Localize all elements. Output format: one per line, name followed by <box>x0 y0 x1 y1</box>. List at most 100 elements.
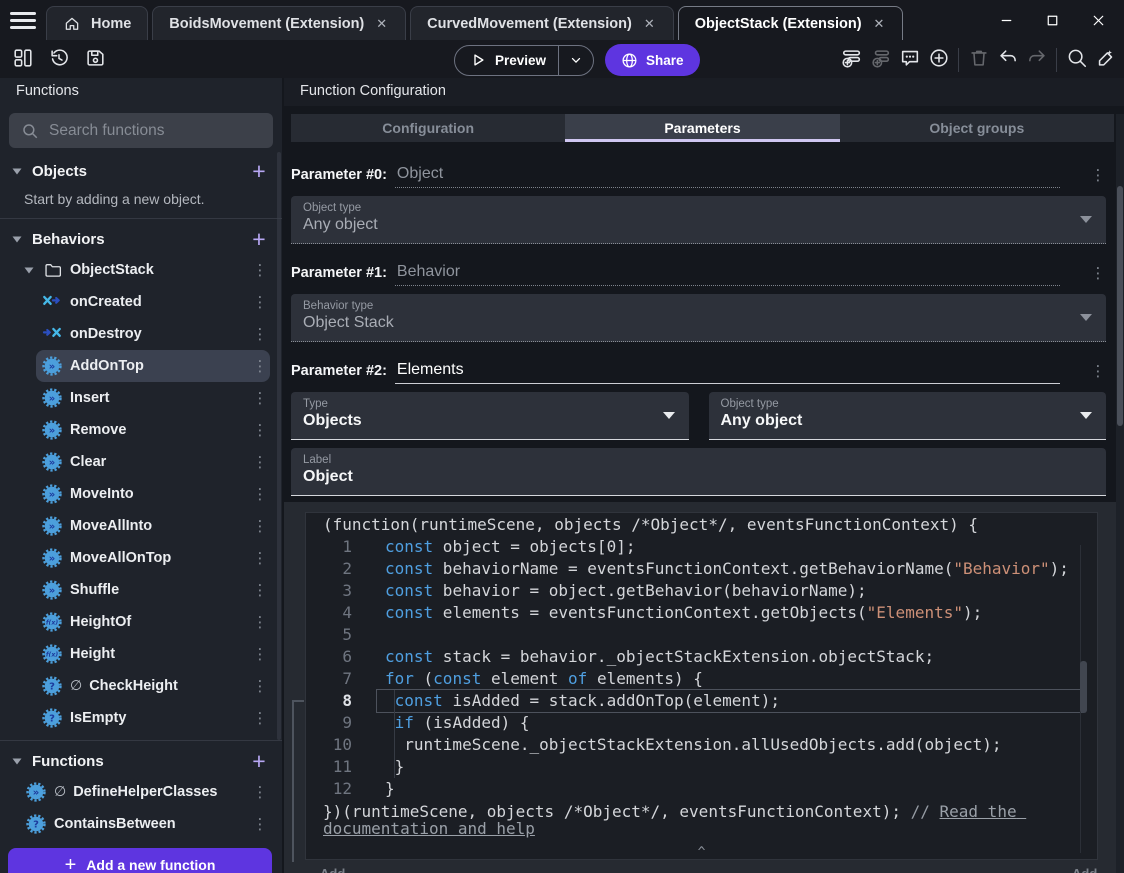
select-field-behavior-type[interactable]: Behavior type Object Stack <box>291 294 1106 342</box>
tree-item-Clear[interactable]: » Clear ⋮ <box>0 446 282 478</box>
maximize-button[interactable] <box>1036 6 1068 34</box>
tab-parameters[interactable]: Parameters <box>565 114 840 142</box>
text-field-label[interactable]: Label Object <box>291 448 1106 496</box>
section-header-behaviors[interactable]: Behaviors + <box>0 224 282 254</box>
tree-item-MoveInto[interactable]: » MoveInto ⋮ <box>0 478 282 510</box>
add-function-button[interactable]: + Add a new function <box>8 848 272 873</box>
sidebar-scrollbar[interactable] <box>277 152 281 740</box>
action-icon: » <box>42 420 62 440</box>
tree-item-CheckHeight[interactable]: ? ∅ CheckHeight ⋮ <box>0 670 282 702</box>
close-button[interactable] <box>1082 6 1114 34</box>
select-field-object-type[interactable]: Object type Any object <box>708 392 1106 440</box>
add-action-partial[interactable]: Add <box>1072 866 1097 873</box>
tab-configuration[interactable]: Configuration <box>291 114 565 142</box>
action-icon: » <box>42 516 62 536</box>
editor-tab[interactable]: CurvedMovement (Extension) ✕ <box>410 6 674 40</box>
item-menu-icon[interactable]: ⋮ <box>252 581 268 599</box>
tree-item-HeightOf[interactable]: f(x) HeightOf ⋮ <box>0 606 282 638</box>
item-menu-icon[interactable]: ⋮ <box>252 677 268 695</box>
item-menu-icon[interactable]: ⋮ <box>252 453 268 471</box>
add-condition-partial[interactable]: Add <box>320 866 345 873</box>
parameter-name-field[interactable]: Elements <box>394 361 1060 384</box>
toolbar-center: Preview Share <box>454 44 700 76</box>
editor-scrollbar-thumb[interactable] <box>1080 661 1087 713</box>
item-menu-icon[interactable]: ⋮ <box>252 293 268 311</box>
item-menu-icon[interactable]: ⋮ <box>252 357 268 375</box>
tree-item-onCreated[interactable]: onCreated ⋮ <box>0 286 282 318</box>
tree-item-onDestroy[interactable]: onDestroy ⋮ <box>0 318 282 350</box>
parameter-menu-icon[interactable]: ⋮ <box>1090 362 1106 384</box>
tree-item-Insert[interactable]: » Insert ⋮ <box>0 382 282 414</box>
code-line-2: 2 const behaviorName = eventsFunctionCont… <box>306 558 1097 580</box>
select-field-type[interactable]: Type Objects <box>291 392 689 440</box>
section-label: Objects <box>32 162 88 180</box>
condition-icon: ? <box>26 814 46 834</box>
item-menu-icon[interactable]: ⋮ <box>252 325 268 343</box>
parameter-name-field[interactable]: Behavior <box>394 263 1060 286</box>
private-icon: ∅ <box>54 784 67 800</box>
item-menu-icon[interactable]: ⋮ <box>252 815 268 833</box>
item-menu-icon[interactable]: ⋮ <box>252 645 268 663</box>
project-manager-icon[interactable] <box>8 43 38 73</box>
item-menu-icon[interactable]: ⋮ <box>252 261 268 279</box>
tree-item-Shuffle[interactable]: » Shuffle ⋮ <box>0 574 282 606</box>
save-icon[interactable] <box>80 43 110 73</box>
search-functions-box[interactable] <box>9 113 273 148</box>
history-icon[interactable] <box>44 43 74 73</box>
code-line-7: 7 for (const element of elements) { <box>306 668 1097 690</box>
edit-properties-icon[interactable] <box>1091 43 1120 73</box>
section-header-functions[interactable]: Functions + <box>0 746 282 776</box>
search-functions-input[interactable] <box>49 121 261 140</box>
item-menu-icon[interactable]: ⋮ <box>252 389 268 407</box>
section-header-objects[interactable]: Objects + <box>0 156 282 186</box>
tab-object-groups[interactable]: Object groups <box>840 114 1114 142</box>
item-menu-icon[interactable]: ⋮ <box>252 709 268 727</box>
preview-button[interactable]: Preview <box>454 44 595 76</box>
undo-icon[interactable] <box>993 43 1022 73</box>
parameter-menu-icon[interactable]: ⋮ <box>1090 166 1106 188</box>
main-menu-icon[interactable] <box>10 8 36 32</box>
tab-close-icon[interactable]: ✕ <box>872 14 887 34</box>
tree-item-IsEmpty[interactable]: ? IsEmpty ⋮ <box>0 702 282 734</box>
resize-handle-icon[interactable]: ^ <box>698 846 706 859</box>
tree-item-MoveAllInto[interactable]: » MoveAllInto ⋮ <box>0 510 282 542</box>
main-scrollbar-thumb[interactable] <box>1117 186 1123 426</box>
item-menu-icon[interactable]: ⋮ <box>252 549 268 567</box>
add-behaviors-button[interactable]: + <box>246 228 272 251</box>
add-functions-button[interactable]: + <box>246 750 272 773</box>
search-icon[interactable] <box>1062 43 1091 73</box>
share-button[interactable]: Share <box>605 44 700 76</box>
add-comment-icon[interactable] <box>895 43 924 73</box>
add-objects-button[interactable]: + <box>246 160 272 183</box>
tree-item-MoveAllOnTop[interactable]: » MoveAllOnTop ⋮ <box>0 542 282 574</box>
editor-tab[interactable]: ObjectStack (Extension) ✕ <box>677 6 904 40</box>
chevron-down-icon[interactable] <box>24 265 38 275</box>
item-menu-icon[interactable]: ⋮ <box>252 517 268 535</box>
tab-close-icon[interactable]: ✕ <box>642 14 657 34</box>
add-event-icon[interactable] <box>837 43 866 73</box>
parameter-name-field[interactable]: Object <box>394 165 1060 188</box>
preview-options-button[interactable] <box>559 53 593 67</box>
tab-close-icon[interactable]: ✕ <box>374 14 389 34</box>
tree-item-Remove[interactable]: » Remove ⋮ <box>0 414 282 446</box>
parameter-menu-icon[interactable]: ⋮ <box>1090 264 1106 286</box>
tree-item-label: ContainsBetween <box>54 816 176 832</box>
tree-item-ObjectStack[interactable]: ObjectStack ⋮ <box>0 254 282 286</box>
field-label: Label <box>303 454 332 466</box>
tree-item-DefineHelperClasses[interactable]: » ∅ DefineHelperClasses ⋮ <box>0 776 282 808</box>
tree-item-AddOnTop[interactable]: » AddOnTop ⋮ <box>0 350 282 382</box>
tree-item-Height[interactable]: f(x) Height ⋮ <box>0 638 282 670</box>
tree-item-ContainsBetween[interactable]: ? ContainsBetween ⋮ <box>0 808 282 840</box>
editor-tab[interactable]: Home <box>46 6 149 40</box>
add-circle-icon[interactable] <box>924 43 953 73</box>
js-code-editor[interactable]: (function(runtimeScene, objects /*Object… <box>305 512 1098 860</box>
item-menu-icon[interactable]: ⋮ <box>252 613 268 631</box>
item-menu-icon[interactable]: ⋮ <box>252 783 268 801</box>
line-content: const elements = eventsFunctionContext.g… <box>385 603 983 622</box>
item-menu-icon[interactable]: ⋮ <box>252 485 268 503</box>
minimize-button[interactable] <box>990 6 1022 34</box>
editor-tab[interactable]: BoidsMovement (Extension) ✕ <box>152 6 407 40</box>
select-field-object-type[interactable]: Object type Any object <box>291 196 1106 244</box>
svg-text:»: » <box>49 490 55 501</box>
item-menu-icon[interactable]: ⋮ <box>252 421 268 439</box>
